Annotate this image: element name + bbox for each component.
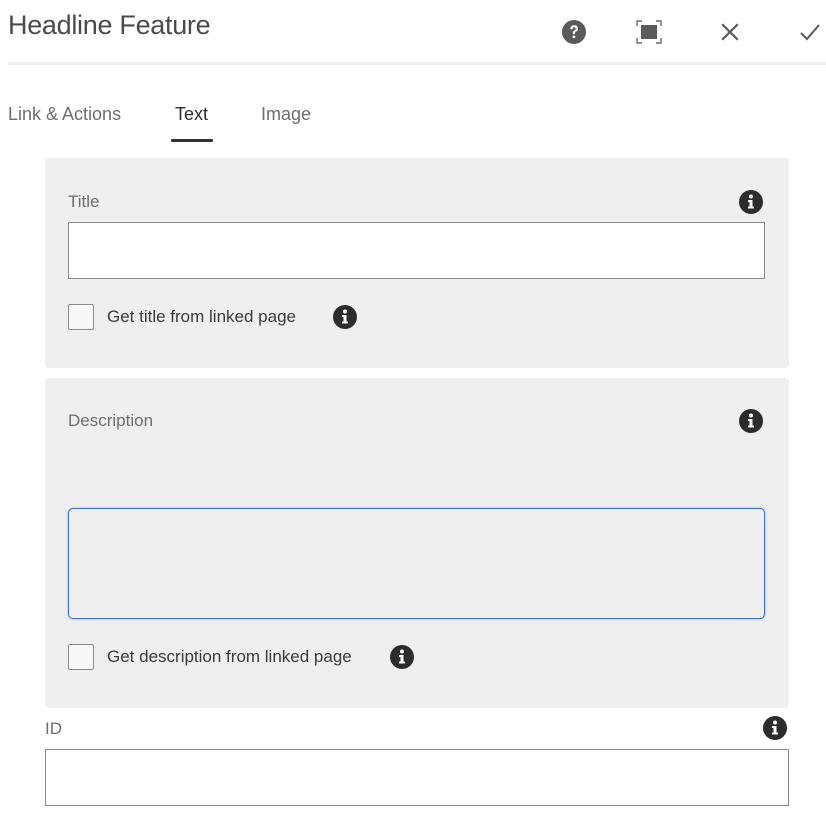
active-tab-indicator — [171, 139, 213, 142]
help-icon — [562, 20, 586, 44]
info-icon[interactable] — [763, 716, 787, 740]
description-label: Description — [68, 411, 154, 430]
info-icon[interactable] — [333, 305, 357, 329]
title-label: Title — [68, 192, 100, 211]
fullscreen-icon — [636, 20, 662, 44]
tab-text[interactable]: Text — [175, 104, 208, 125]
dialog-header: Headline Feature — [0, 0, 826, 65]
info-icon[interactable] — [739, 190, 763, 214]
info-icon[interactable] — [739, 409, 763, 433]
close-icon — [721, 23, 739, 41]
tab-image[interactable]: Image — [261, 104, 311, 125]
description-panel: Description Get description from linked … — [45, 378, 789, 708]
id-label: ID — [45, 719, 62, 738]
title-panel: Title Get title from linked page — [45, 158, 789, 368]
cancel-button[interactable] — [714, 16, 746, 48]
header-divider — [8, 62, 826, 65]
id-input[interactable] — [45, 749, 789, 806]
checkmark-icon — [800, 24, 820, 41]
get-description-checkbox-label[interactable]: Get description from linked page — [107, 647, 352, 667]
done-button[interactable] — [794, 16, 826, 48]
get-description-checkbox[interactable] — [68, 644, 94, 670]
title-input[interactable] — [68, 222, 765, 279]
tab-link-actions[interactable]: Link & Actions — [8, 104, 121, 125]
get-title-checkbox[interactable] — [68, 304, 94, 330]
get-title-checkbox-label[interactable]: Get title from linked page — [107, 307, 296, 327]
info-icon[interactable] — [390, 645, 414, 669]
description-textarea[interactable] — [68, 508, 765, 619]
dialog-title: Headline Feature — [8, 10, 211, 40]
help-button[interactable] — [558, 16, 590, 48]
fullscreen-button[interactable] — [633, 16, 665, 48]
